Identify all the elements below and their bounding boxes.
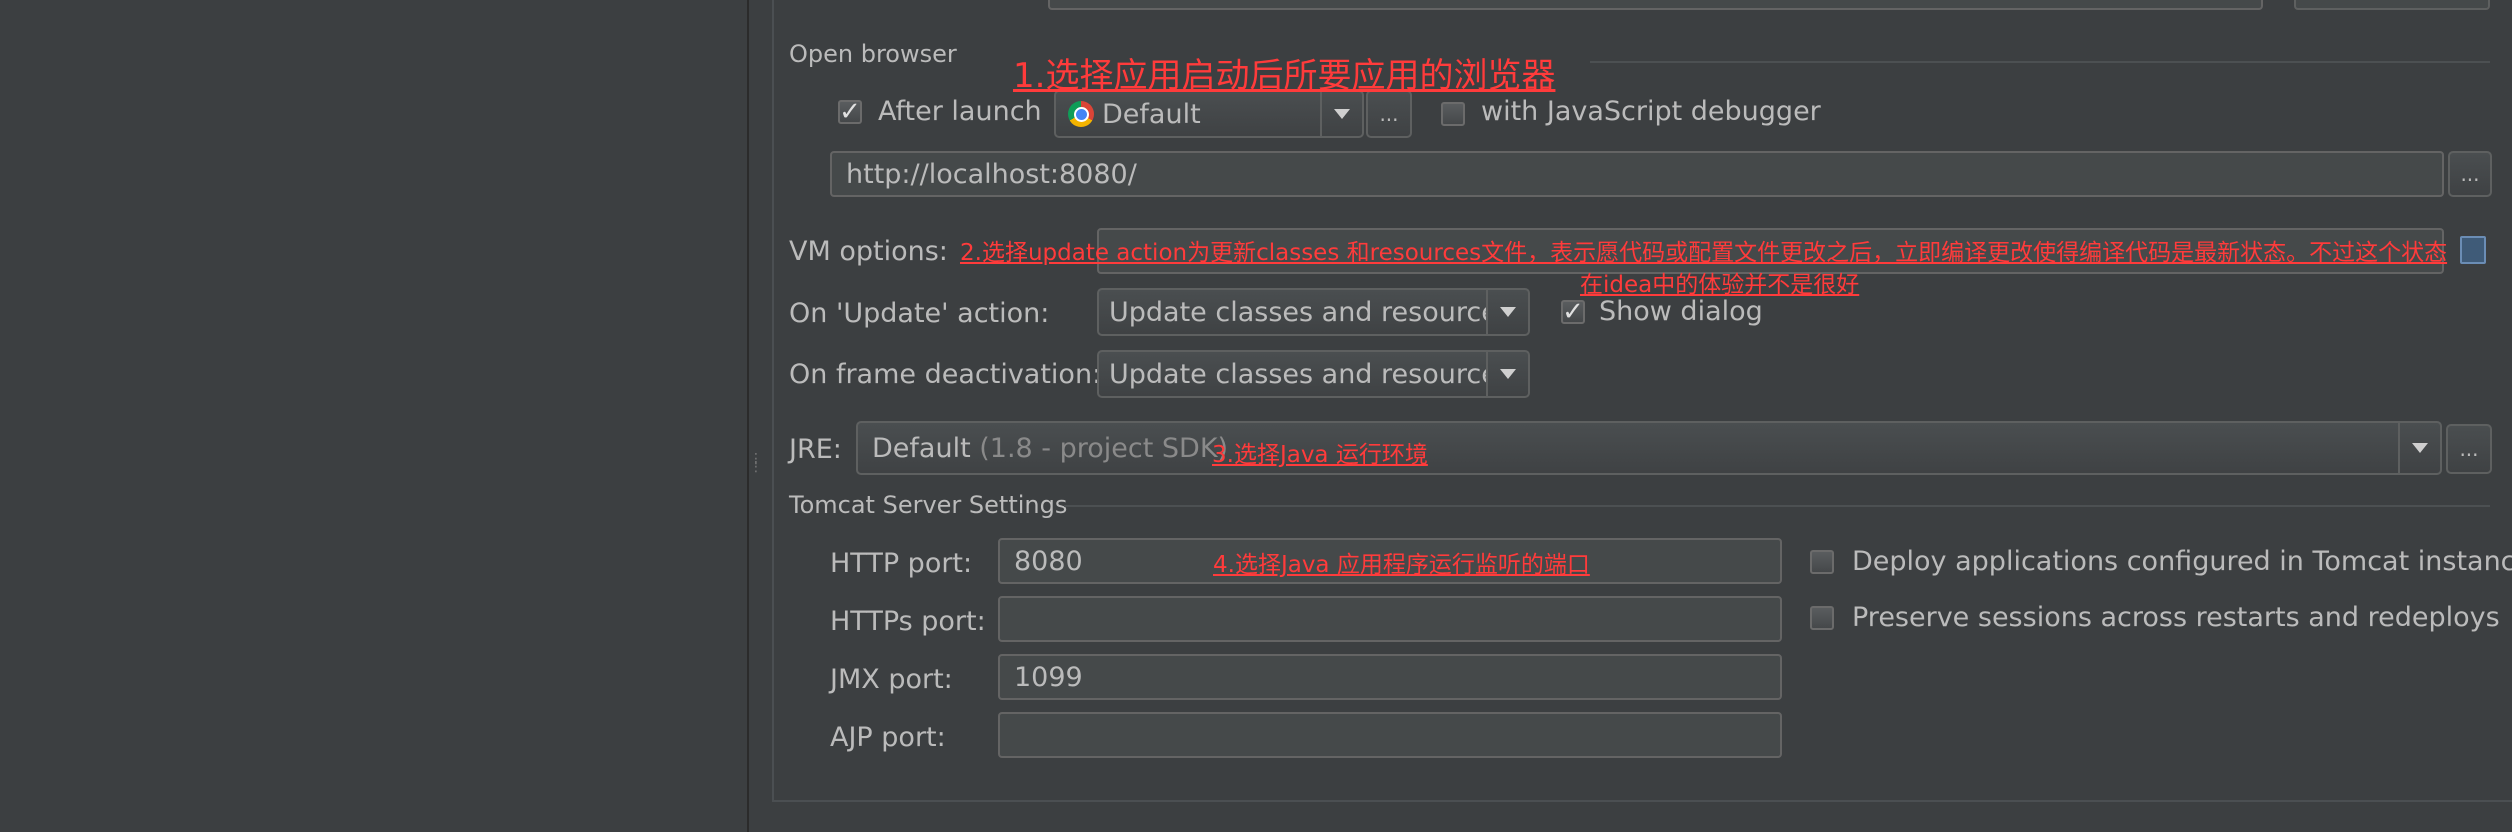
ajp-port-label: AJP port: <box>830 722 946 753</box>
jmx-port-label: JMX port: <box>830 664 953 695</box>
js-debugger-checkbox[interactable] <box>1441 102 1465 126</box>
clipped-button[interactable] <box>2294 0 2490 10</box>
browser-select-value: Default <box>1102 98 1201 130</box>
update-action-select[interactable]: Update classes and resources <box>1097 288 1530 336</box>
url-input[interactable]: http://localhost:8080/ <box>830 151 2444 197</box>
deploy-checkbox[interactable] <box>1810 550 1834 574</box>
jre-browse-button[interactable]: ... <box>2446 424 2492 474</box>
ajp-port-input[interactable] <box>998 712 1782 758</box>
clipped-field[interactable] <box>1048 0 2263 10</box>
frame-deactivation-value: Update classes and resources <box>1109 358 1486 390</box>
jre-label: JRE: <box>789 434 842 465</box>
jre-select[interactable]: Default (1.8 - project SDK) <box>856 421 2442 475</box>
https-port-label: HTTPs port: <box>830 606 986 637</box>
annotation-1: 1.选择应用启动后所要应用的浏览器 <box>1013 56 1556 96</box>
preserve-sessions-checkbox[interactable] <box>1810 606 1834 630</box>
jmx-port-input[interactable]: 1099 <box>998 654 1782 700</box>
annotation-3: 3.选择Java 运行环境 <box>1212 442 1428 468</box>
frame-deactivation-select[interactable]: Update classes and resources <box>1097 350 1530 398</box>
browser-settings-button[interactable]: ... <box>1366 90 1412 138</box>
left-panel <box>0 0 747 832</box>
annotation-4: 4.选择Java 应用程序运行监听的端口 <box>1213 552 1590 578</box>
vm-options-label: VM options: <box>789 236 948 267</box>
after-launch-checkbox[interactable]: ✓ <box>838 99 862 125</box>
url-browse-button[interactable]: ... <box>2448 151 2492 197</box>
expand-icon[interactable] <box>2460 236 2486 264</box>
preserve-sessions-label: Preserve sessions across restarts and re… <box>1852 602 2500 633</box>
chevron-down-icon <box>1320 92 1362 136</box>
open-browser-section-title: Open browser <box>789 40 957 68</box>
annotation-2-line2: 在idea中的体验并不是很好 <box>1580 272 1860 298</box>
https-port-input[interactable] <box>998 596 1782 642</box>
tomcat-section-title: Tomcat Server Settings <box>789 491 1068 519</box>
annotation-2-line1: 2.选择update action为更新classes 和resources文件… <box>960 240 2448 266</box>
splitter-grip-icon[interactable]: ⋮ ⋮ <box>749 452 763 487</box>
show-dialog-checkbox[interactable]: ✓ <box>1561 299 1585 325</box>
jre-value: Default <box>872 432 971 464</box>
deploy-label: Deploy applications configured in Tomcat… <box>1852 546 2512 577</box>
http-port-label: HTTP port: <box>830 548 973 579</box>
js-debugger-label: with JavaScript debugger <box>1481 96 1821 127</box>
chrome-icon <box>1068 101 1094 127</box>
jre-value-hint: (1.8 - project SDK) <box>979 432 1229 464</box>
after-launch-label: After launch <box>878 96 1042 127</box>
chevron-down-icon <box>1486 290 1528 334</box>
update-action-value: Update classes and resources <box>1109 296 1486 328</box>
chevron-down-icon <box>2398 423 2440 473</box>
section-divider <box>1590 61 2490 63</box>
show-dialog-label: Show dialog <box>1599 296 1763 327</box>
browser-select[interactable]: Default <box>1054 90 1364 138</box>
chevron-down-icon <box>1486 352 1528 396</box>
update-action-label: On 'Update' action: <box>789 298 1050 329</box>
splitter[interactable] <box>747 0 749 832</box>
section-divider <box>1064 505 2490 507</box>
frame-deactivation-label: On frame deactivation: <box>789 359 1102 390</box>
